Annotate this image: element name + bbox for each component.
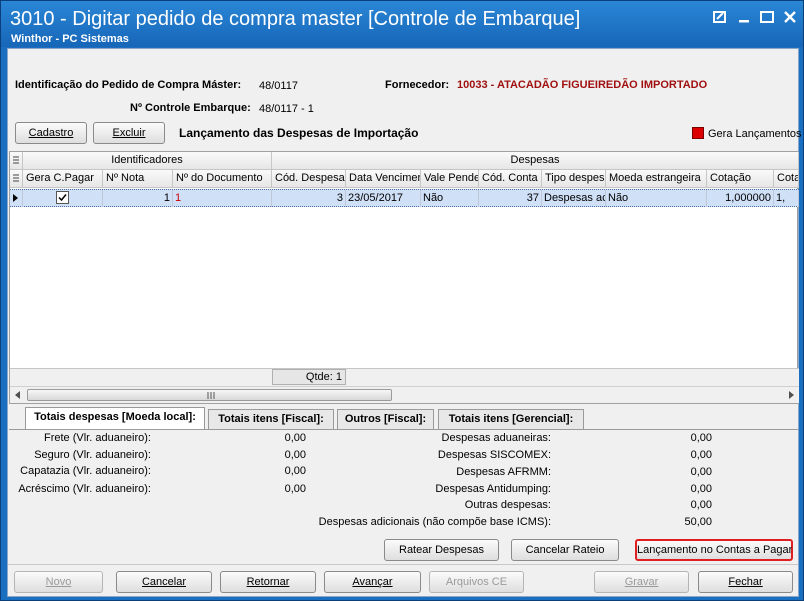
cell-vale-pendente[interactable]: Não [421,190,479,207]
col-cod-conta[interactable]: Cód. Conta [479,170,542,188]
capatazia-label: Capatazia (Vlr. aduaneiro): [20,465,151,477]
cell-cod-despesa[interactable]: 3 [272,190,346,207]
restore-icon[interactable] [712,10,728,24]
despesas-antidumping-value: 0,00 [690,483,712,495]
app-window: 3010 - Digitar pedido de compra master [… [0,0,804,601]
row-indicator-icon [10,190,23,207]
tab-outros-fiscal[interactable]: Outros [Fiscal]: [337,409,434,429]
cell-data-vencimento[interactable]: 23/05/2017 [346,190,421,207]
grid-menu-icon[interactable] [10,152,23,170]
close-icon[interactable] [782,10,798,24]
frete-value: 0,00 [284,432,306,444]
cell-documento[interactable]: 1 [173,190,272,207]
outras-despesas-label: Outras despesas: [464,499,551,511]
group-header-identificadores: Identificadores [23,152,272,170]
arquivos-ce-button[interactable]: Arquivos CE [429,571,524,593]
section-title: Lançamento das Despesas de Importação [179,126,419,140]
controle-value: 48/0117 - 1 [259,103,314,115]
cell-cota[interactable]: 1, [774,190,799,207]
cell-cod-conta[interactable]: 37 [479,190,542,207]
col-cotacao[interactable]: Cotação [707,170,774,188]
despesas-adicionais-value: 50,00 [684,516,712,528]
fornecedor-value: 10033 - ATACADÃO FIGUEIREDÃO IMPORTADO [457,79,708,91]
cadastro-button[interactable]: Cadastro [15,122,87,144]
acrescimo-label: Acréscimo (Vlr. aduaneiro): [18,483,151,495]
group-header-despesas: Despesas [272,152,799,170]
maximize-icon[interactable] [759,10,775,24]
col-data-vencimento[interactable]: Data Vencimer [346,170,421,188]
legend-label: Gera Lançamentos [708,128,802,140]
tab-totais-despesas[interactable]: Totais despesas [Moeda local]: [25,407,205,429]
pedido-value: 48/0117 [259,80,298,92]
legend-swatch [692,127,704,139]
cell-cotacao[interactable]: 1,000000 [707,190,774,207]
minimize-icon[interactable] [736,10,752,24]
outras-despesas-value: 0,00 [690,499,712,511]
window-subtitle: Winthor - PC Sistemas [11,33,129,45]
capatazia-value: 0,00 [284,465,306,477]
pedido-label: Identificação do Pedido de Compra Máster… [15,79,242,91]
acrescimo-value: 0,00 [284,483,306,495]
retornar-button[interactable]: Retornar [220,571,316,593]
table-row[interactable]: 1 1 3 23/05/2017 Não 37 Despesas ac Não … [10,189,799,207]
col-cod-despesa[interactable]: Cód. Despesa [272,170,346,188]
cell-moeda-estrangeira[interactable]: Não [606,190,707,207]
scroll-grip-icon [207,392,215,399]
gravar-button[interactable]: Gravar [594,571,689,593]
footer-divider [8,564,798,565]
title-bar: 3010 - Digitar pedido de compra master [… [1,1,803,47]
col-vale-pendente[interactable]: Vale Pende [421,170,479,188]
despesas-antidumping-label: Despesas Antidumping: [435,483,551,495]
col-moeda-estrangeira[interactable]: Moeda estrangeira [606,170,707,188]
lancamento-contas-pagar-button[interactable]: Lançamento no Contas a Pagar [635,539,793,561]
excluir-button[interactable]: Excluir [93,122,165,144]
frete-label: Frete (Vlr. aduaneiro): [44,432,151,444]
tab-totais-itens-gerencial[interactable]: Totais itens [Gerencial]: [438,409,584,429]
checkbox-checked-icon[interactable] [56,191,69,204]
col-documento[interactable]: Nº do Documento [173,170,272,188]
despesas-afrmm-label: Despesas AFRMM: [456,466,551,478]
cell-tipo-despesa[interactable]: Despesas ac [542,190,606,207]
col-cota[interactable]: Cota [774,170,799,188]
horizontal-scrollbar[interactable] [10,386,799,403]
window-title: 3010 - Digitar pedido de compra master [… [10,8,581,30]
fornecedor-label: Fornecedor: [385,79,450,91]
despesas-aduaneiras-label: Despesas aduaneiras: [441,432,551,444]
col-gera-cpagar[interactable]: Gera C.Pagar [23,170,103,188]
col-tipo-despesa[interactable]: Tipo despesa [542,170,606,188]
despesas-afrmm-value: 0,00 [690,466,712,478]
col-nota[interactable]: Nº Nota [103,170,173,188]
controle-label: Nº Controle Embarque: [130,102,251,114]
ratear-despesas-button[interactable]: Ratear Despesas [384,539,499,561]
cell-gera-cpagar[interactable] [23,190,103,207]
fechar-button[interactable]: Fechar [698,571,793,593]
cancelar-button[interactable]: Cancelar [116,571,212,593]
cancelar-rateio-button[interactable]: Cancelar Rateio [511,539,619,561]
seguro-label: Seguro (Vlr. aduaneiro): [34,449,151,461]
tab-totais-itens-fiscal[interactable]: Totais itens [Fiscal]: [208,409,334,429]
despesas-siscomex-value: 0,00 [690,449,712,461]
avancar-button[interactable]: Avançar [324,571,421,593]
scroll-right-icon[interactable] [786,390,796,400]
despesas-grid[interactable]: Identificadores Despesas Gera C.Pagar Nº… [9,151,799,404]
despesas-siscomex-label: Despesas SISCOMEX: [437,449,551,461]
scroll-thumb[interactable] [27,389,392,401]
scroll-left-icon[interactable] [13,390,23,400]
qtde-counter: Qtde: 1 [272,369,346,385]
seguro-value: 0,00 [284,449,306,461]
client-area: Identificação do Pedido de Compra Máster… [7,48,802,597]
despesas-adicionais-label: Despesas adicionais (não compõe base ICM… [318,516,551,528]
grid-footer [10,368,799,386]
grid-menu-icon-2[interactable] [10,170,23,188]
cell-nota[interactable]: 1 [103,190,173,207]
novo-button[interactable]: Novo [14,571,103,593]
despesas-aduaneiras-value: 0,00 [690,432,712,444]
